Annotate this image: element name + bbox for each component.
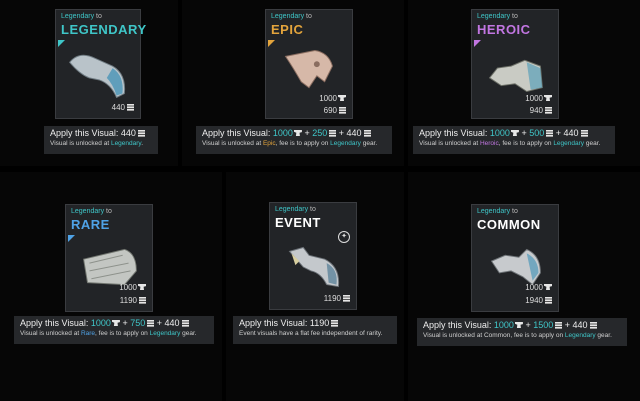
card-header: Legendary to xyxy=(71,208,112,215)
visual-card-epic[interactable]: Legendary to EPIC 1000 690 xyxy=(265,9,353,119)
apply-visual-info: Apply this Visual: 1000 + 750 + 440 Visu… xyxy=(14,316,214,344)
axe-head-icon xyxy=(488,59,543,93)
cost-label: 690 xyxy=(324,106,346,115)
steel-coin-icon xyxy=(363,130,371,137)
visual-card-legendary[interactable]: Legendary to LEGENDARY 440 xyxy=(55,9,146,119)
anvil-icon xyxy=(544,284,552,290)
cost-label: 1190 xyxy=(120,296,146,305)
steel-cost-label: 1000 xyxy=(525,94,552,103)
cost-label: 1190 xyxy=(324,294,350,303)
anvil-icon xyxy=(544,95,552,101)
steel-coin-icon xyxy=(147,320,155,327)
steel-coin-icon xyxy=(339,107,346,114)
axe-head-icon xyxy=(69,54,126,99)
visual-card-rare[interactable]: Legendary to RARE 1000 1190 xyxy=(65,204,153,312)
card-header: Legendary to xyxy=(275,206,316,213)
card-header: Legendary to xyxy=(477,208,518,215)
steel-coin-icon xyxy=(181,320,189,327)
steel-coin-icon xyxy=(139,297,146,304)
cost-label: 440 xyxy=(112,103,134,112)
anvil-icon xyxy=(138,284,146,290)
rarity-title: EVENT xyxy=(275,215,321,230)
steel-coin-icon xyxy=(331,320,339,327)
cost-label: 1940 xyxy=(525,296,552,305)
steel-cost-label: 1000 xyxy=(525,283,552,292)
visual-card-heroic[interactable]: Legendary to HEROIC 1000 940 xyxy=(471,9,559,119)
rarity-title: RARE xyxy=(71,217,110,232)
visual-card-common[interactable]: Legendary to COMMON 1000 1940 xyxy=(471,204,559,312)
steel-coin-icon xyxy=(545,107,552,114)
steel-coin-icon xyxy=(329,130,337,137)
card-header: Legendary to xyxy=(61,13,102,20)
anvil-icon xyxy=(111,320,120,326)
apply-visual-info: Apply this Visual: 440 Visual is unlocke… xyxy=(44,126,158,154)
visual-card-event[interactable]: Legendary to EVENT ✦ 1190 xyxy=(269,202,357,310)
steel-coin-icon xyxy=(589,322,597,329)
rarity-title: LEGENDARY xyxy=(61,22,147,37)
anvil-icon xyxy=(338,95,346,101)
steel-coin-icon xyxy=(545,297,552,304)
anvil-icon xyxy=(510,130,519,136)
anvil-icon xyxy=(293,130,302,136)
apply-visual-info: Apply this Visual: 1190 Event visuals ha… xyxy=(233,316,397,344)
card-header: Legendary to xyxy=(477,13,518,20)
rarity-title: COMMON xyxy=(477,217,541,232)
axe-head-icon xyxy=(284,49,333,89)
cost-label: 940 xyxy=(530,106,552,115)
steel-coin-icon xyxy=(555,322,563,329)
steel-coin-icon xyxy=(546,130,554,137)
rarity-title: HEROIC xyxy=(477,22,531,37)
anvil-icon xyxy=(514,322,523,328)
steel-coin-icon xyxy=(127,104,134,111)
apply-visual-info: Apply this Visual: 1000 + 250 + 440 Visu… xyxy=(196,126,392,154)
apply-visual-info: Apply this Visual: 1000 + 1500 + 440 Vis… xyxy=(417,318,627,346)
steel-cost-label: 1000 xyxy=(119,283,146,292)
steel-cost-label: 1000 xyxy=(319,94,346,103)
steel-coin-icon xyxy=(137,130,145,137)
card-header: Legendary to xyxy=(271,13,312,20)
steel-coin-icon xyxy=(343,295,350,302)
rarity-title: EPIC xyxy=(271,22,304,37)
apply-visual-info: Apply this Visual: 1000 + 500 + 440 Visu… xyxy=(413,126,615,154)
axe-head-icon xyxy=(288,246,340,288)
steel-coin-icon xyxy=(580,130,588,137)
